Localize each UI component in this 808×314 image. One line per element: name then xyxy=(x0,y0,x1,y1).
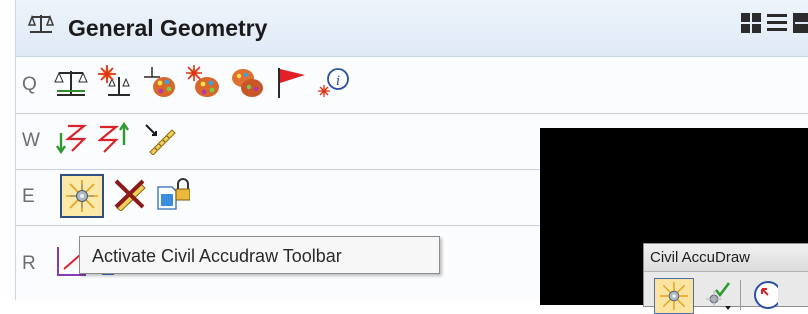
flag-icon[interactable] xyxy=(274,65,308,99)
accudraw-check-dropdown-icon[interactable] xyxy=(704,280,734,312)
row-key: R xyxy=(22,253,36,274)
transient-template-icon[interactable] xyxy=(186,65,220,99)
horizontal-geometry-icon[interactable] xyxy=(54,121,88,155)
tooltip: Activate Civil Accudraw Toolbar xyxy=(79,236,440,274)
info-icon[interactable]: i xyxy=(316,65,350,99)
row-key: W xyxy=(22,130,40,151)
panel-title: General Geometry xyxy=(68,15,268,41)
accudraw-circle-icon[interactable] xyxy=(748,280,778,310)
grid-view-icon[interactable] xyxy=(741,13,761,38)
svg-text:i: i xyxy=(336,73,340,89)
toolbar-separator xyxy=(740,280,741,310)
civil-accudraw-icon xyxy=(66,180,98,212)
vertical-geometry-icon[interactable] xyxy=(98,121,132,155)
row-key: E xyxy=(22,186,35,207)
element-information-icon[interactable] xyxy=(54,65,88,99)
compact-view-icon[interactable] xyxy=(793,13,808,38)
lock-file-icon[interactable] xyxy=(156,177,190,211)
row-key: Q xyxy=(22,74,37,95)
geometry-scale-icon xyxy=(28,14,54,33)
accudraw-target-button[interactable] xyxy=(654,278,694,314)
activate-civil-accudraw-button[interactable] xyxy=(60,174,104,218)
civil-accudraw-toolbar: Civil AccuDraw xyxy=(643,243,808,314)
palette-icon[interactable] xyxy=(230,65,264,99)
tool-row-q: Q i xyxy=(16,57,808,114)
viewport-background: Civil AccuDraw xyxy=(540,128,808,314)
tooltip-text: Activate Civil Accudraw Toolbar xyxy=(92,246,342,266)
list-view-icon[interactable] xyxy=(767,13,787,38)
measure-ruler-icon[interactable] xyxy=(142,121,176,155)
toolbar-title[interactable]: Civil AccuDraw xyxy=(644,244,808,272)
accudraw-target-icon xyxy=(659,281,689,311)
element-update-icon[interactable] xyxy=(98,65,132,99)
element-template-icon[interactable] xyxy=(142,65,176,99)
panel-header: General Geometry xyxy=(16,0,808,57)
delete-ruler-icon[interactable] xyxy=(113,177,147,211)
